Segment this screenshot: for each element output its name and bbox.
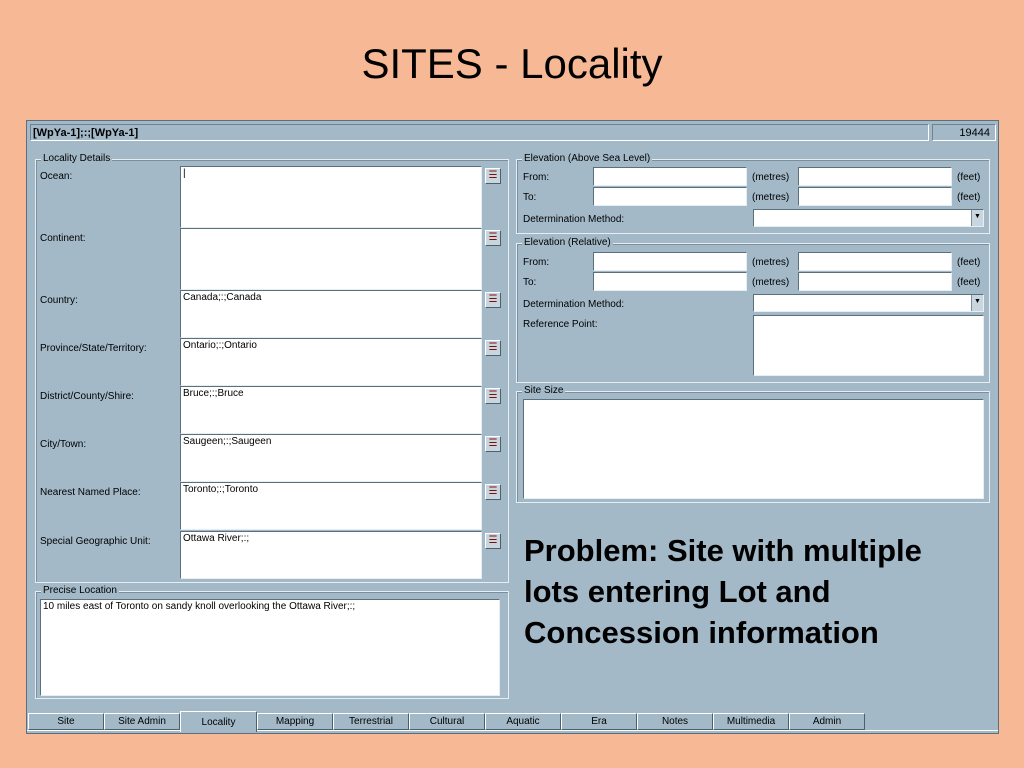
tab-bar: Site Site Admin Locality Mapping Terrest… <box>27 711 998 733</box>
continent-field[interactable] <box>180 228 482 290</box>
city-label: City/Town: <box>40 439 87 450</box>
elevation-sea-from-metres-field[interactable] <box>593 167 747 186</box>
city-lookup-icon[interactable]: ☰ <box>485 436 501 452</box>
sites-form-window: [WpYa-1];:;[WpYa-1] 19444 Locality Detai… <box>26 120 999 734</box>
elevation-sea-to-label: To: <box>523 192 537 203</box>
elevation-relative-legend: Elevation (Relative) <box>522 236 613 250</box>
tab-locality[interactable]: Locality <box>180 711 257 732</box>
country-field[interactable]: Canada;:;Canada <box>180 290 482 338</box>
precise-location-field[interactable]: 10 miles east of Toronto on sandy knoll … <box>40 599 500 696</box>
geographic-unit-field[interactable]: Ottawa River;:; <box>180 531 482 579</box>
ocean-field[interactable]: | <box>180 166 482 228</box>
record-title-field: [WpYa-1];:;[WpYa-1] <box>30 124 929 141</box>
elevation-relative-to-metres-field[interactable] <box>593 272 747 291</box>
slide-title: SITES - Locality <box>361 40 663 87</box>
city-field[interactable]: Saugeen;:;Saugeen <box>180 434 482 482</box>
elevation-sea-method-label: Determination Method: <box>523 214 625 225</box>
geographic-unit-label: Special Geographic Unit: <box>40 536 151 547</box>
continent-lookup-icon[interactable]: ☰ <box>485 230 501 246</box>
elevation-relative-from-label: From: <box>523 257 550 268</box>
elevation-sea-to-feet-field[interactable] <box>798 187 952 206</box>
country-label: Country: <box>40 295 78 306</box>
elevation-relative-from-feet-field[interactable] <box>798 252 952 271</box>
tab-bar-divider <box>27 730 998 731</box>
tab-mapping[interactable]: Mapping <box>257 713 333 730</box>
elevation-relative-method-dropdown[interactable]: ▼ <box>753 294 984 312</box>
elevation-relative-to-feet-field[interactable] <box>798 272 952 291</box>
elevation-relative-from-metres-field[interactable] <box>593 252 747 271</box>
tab-notes[interactable]: Notes <box>637 713 713 730</box>
nearest-place-field[interactable]: Toronto;:;Toronto <box>180 482 482 530</box>
tab-site-admin[interactable]: Site Admin <box>104 713 180 730</box>
tab-terrestrial[interactable]: Terrestrial <box>333 713 409 730</box>
elevation-sea-from-feet-unit: (feet) <box>957 172 981 183</box>
district-lookup-icon[interactable]: ☰ <box>485 388 501 404</box>
record-number-field: 19444 <box>932 124 996 141</box>
problem-annotation: Problem: Site with multiple lots enterin… <box>524 533 922 650</box>
elevation-sea-to-metres-unit: (metres) <box>752 192 790 203</box>
elevation-sea-from-metres-unit: (metres) <box>752 172 790 183</box>
nearest-place-label: Nearest Named Place: <box>40 487 141 498</box>
ocean-label: Ocean: <box>40 171 73 182</box>
nearest-place-lookup-icon[interactable]: ☰ <box>485 484 501 500</box>
tab-aquatic[interactable]: Aquatic <box>485 713 561 730</box>
elevation-relative-method-label: Determination Method: <box>523 299 625 310</box>
reference-point-label: Reference Point: <box>523 319 598 330</box>
site-size-legend: Site Size <box>522 384 566 398</box>
tab-cultural[interactable]: Cultural <box>409 713 485 730</box>
tab-multimedia[interactable]: Multimedia <box>713 713 789 730</box>
elevation-sea-method-dropdown[interactable]: ▼ <box>753 209 984 227</box>
chevron-down-icon[interactable]: ▼ <box>971 295 983 311</box>
province-lookup-icon[interactable]: ☰ <box>485 340 501 356</box>
country-lookup-icon[interactable]: ☰ <box>485 292 501 308</box>
elevation-sea-from-feet-field[interactable] <box>798 167 952 186</box>
district-label: District/County/Shire: <box>40 391 134 402</box>
elevation-relative-from-feet-unit: (feet) <box>957 257 981 268</box>
province-field[interactable]: Ontario;:;Ontario <box>180 338 482 386</box>
elevation-sea-to-feet-unit: (feet) <box>957 192 981 203</box>
tab-admin[interactable]: Admin <box>789 713 865 730</box>
locality-details-legend: Locality Details <box>41 152 113 166</box>
elevation-relative-to-feet-unit: (feet) <box>957 277 981 288</box>
elevation-relative-from-metres-unit: (metres) <box>752 257 790 268</box>
tab-site[interactable]: Site <box>28 713 104 730</box>
district-field[interactable]: Bruce;:;Bruce <box>180 386 482 434</box>
chevron-down-icon[interactable]: ▼ <box>971 210 983 226</box>
elevation-relative-to-metres-unit: (metres) <box>752 277 790 288</box>
reference-point-field[interactable] <box>753 315 984 376</box>
tab-era[interactable]: Era <box>561 713 637 730</box>
elevation-sea-to-metres-field[interactable] <box>593 187 747 206</box>
site-size-field[interactable] <box>523 399 984 499</box>
geographic-unit-lookup-icon[interactable]: ☰ <box>485 533 501 549</box>
ocean-lookup-icon[interactable]: ☰ <box>485 168 501 184</box>
precise-location-legend: Precise Location <box>41 584 119 598</box>
elevation-sea-from-label: From: <box>523 172 550 183</box>
elevation-relative-to-label: To: <box>523 277 537 288</box>
province-label: Province/State/Territory: <box>40 343 147 354</box>
continent-label: Continent: <box>40 233 86 244</box>
elevation-sea-legend: Elevation (Above Sea Level) <box>522 152 653 166</box>
